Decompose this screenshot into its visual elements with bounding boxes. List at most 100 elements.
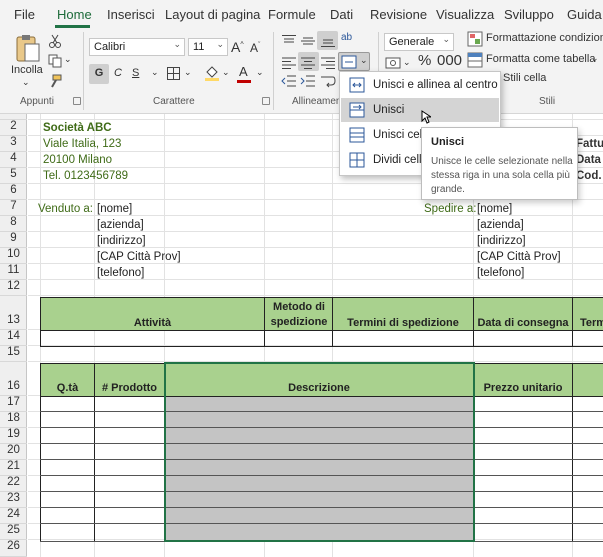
- clipboard-launcher-icon[interactable]: [73, 97, 81, 105]
- row-header[interactable]: 14: [0, 330, 27, 346]
- row-header[interactable]: 2: [0, 120, 27, 136]
- row-header[interactable]: 19: [0, 428, 27, 444]
- paste-button[interactable]: Incolla: [11, 64, 43, 76]
- row-header[interactable]: 22: [0, 476, 27, 492]
- table2-header-extra[interactable]: [572, 363, 603, 397]
- orientation-icon[interactable]: ab: [341, 32, 352, 43]
- sold-to-company[interactable]: [azienda]: [97, 219, 144, 231]
- cell-styles-button[interactable]: Stili cella: [503, 72, 546, 84]
- table2-product-column[interactable]: [94, 396, 165, 542]
- table1-cell[interactable]: [332, 330, 474, 347]
- currency-format-icon[interactable]: [385, 56, 401, 70]
- decrease-indent-icon[interactable]: [281, 74, 297, 88]
- copy-icon[interactable]: [48, 54, 62, 68]
- increase-indent-icon[interactable]: [300, 74, 316, 88]
- tab-home[interactable]: Home: [57, 7, 92, 22]
- sold-to-address[interactable]: [indirizzo]: [97, 235, 146, 247]
- increase-font-icon[interactable]: A^: [231, 39, 244, 55]
- row-header[interactable]: 8: [0, 216, 27, 232]
- font-color-icon[interactable]: A: [239, 64, 248, 79]
- company-name[interactable]: Società ABC: [43, 122, 112, 134]
- fill-color-icon[interactable]: [204, 64, 220, 82]
- font-color-dropdown-icon[interactable]: ⌄: [256, 67, 264, 78]
- sold-to-phone[interactable]: [telefono]: [97, 267, 144, 279]
- borders-icon[interactable]: [166, 66, 182, 82]
- row-header[interactable]: 10: [0, 248, 27, 264]
- row-header[interactable]: 25: [0, 524, 27, 540]
- row-header[interactable]: 5: [0, 168, 27, 184]
- tab-layout-di-pagina[interactable]: Layout di pagina: [165, 7, 260, 22]
- row-header[interactable]: 6: [0, 184, 27, 200]
- row-header[interactable]: 11: [0, 264, 27, 280]
- wrap-text-icon[interactable]: [320, 74, 336, 88]
- company-city[interactable]: 20100 Milano: [43, 154, 112, 166]
- row-header[interactable]: 23: [0, 492, 27, 508]
- menu-item-merge-across[interactable]: Unisci: [341, 98, 499, 124]
- row-header[interactable]: 24: [0, 508, 27, 524]
- tab-dati[interactable]: Dati: [330, 7, 353, 22]
- tab-file[interactable]: File: [14, 7, 35, 22]
- sold-to-name[interactable]: [nome]: [97, 203, 132, 215]
- selection-range[interactable]: [164, 362, 475, 542]
- align-top-icon[interactable]: [281, 34, 297, 48]
- sold-to-city[interactable]: [CAP Città Prov]: [97, 251, 181, 263]
- tab-visualizza[interactable]: Visualizza: [436, 7, 494, 22]
- format-painter-icon[interactable]: [48, 74, 62, 88]
- paste-dropdown-icon[interactable]: ⌄: [22, 77, 30, 88]
- number-format-field[interactable]: Generale ⌄: [384, 33, 454, 51]
- menu-item-merge-and-center[interactable]: Unisci e allinea al centro: [341, 73, 499, 97]
- table1-cell[interactable]: [264, 330, 333, 347]
- font-launcher-icon[interactable]: [262, 97, 270, 105]
- decrease-font-icon[interactable]: Aˇ: [250, 41, 260, 55]
- row-header[interactable]: 20: [0, 444, 27, 460]
- tab-formule[interactable]: Formule: [268, 7, 316, 22]
- ship-to-name[interactable]: [nome]: [477, 203, 512, 215]
- tab-inserisci[interactable]: Inserisci: [107, 7, 155, 22]
- table1-cell[interactable]: [572, 330, 603, 347]
- underline-dropdown-icon[interactable]: ⌄: [151, 67, 159, 78]
- ship-to-phone[interactable]: [telefono]: [477, 267, 524, 279]
- invoice-label[interactable]: Fattur: [576, 138, 603, 150]
- ship-to-city[interactable]: [CAP Città Prov]: [477, 251, 561, 263]
- fill-color-dropdown-icon[interactable]: ⌄: [222, 67, 230, 78]
- row-header[interactable]: 9: [0, 232, 27, 248]
- align-left-icon[interactable]: [281, 56, 297, 70]
- row-header[interactable]: 3: [0, 136, 27, 152]
- cut-icon[interactable]: [48, 34, 62, 48]
- table2-extra-column[interactable]: [572, 396, 603, 542]
- bold-button[interactable]: G: [89, 64, 109, 84]
- conditional-formatting-button[interactable]: Formattazione condizionale: [486, 32, 603, 44]
- format-as-table-dropdown-icon[interactable]: ⌄: [591, 53, 599, 64]
- date-label[interactable]: Data: [576, 154, 601, 166]
- font-name-field[interactable]: Calibri ⌄: [89, 38, 185, 56]
- align-middle-icon[interactable]: [300, 34, 316, 48]
- paste-icon[interactable]: [14, 34, 42, 64]
- row-header[interactable]: 16: [0, 362, 27, 396]
- row-header[interactable]: 7: [0, 200, 27, 216]
- ship-to-company[interactable]: [azienda]: [477, 219, 524, 231]
- row-header[interactable]: 15: [0, 346, 27, 362]
- font-size-field[interactable]: 11 ⌄: [188, 38, 228, 56]
- conditional-formatting-icon[interactable]: [467, 31, 483, 47]
- row-header[interactable]: 13: [0, 296, 27, 330]
- tab-sviluppo[interactable]: Sviluppo: [504, 7, 554, 22]
- percent-style-icon[interactable]: %: [418, 52, 431, 69]
- format-as-table-icon[interactable]: [467, 52, 483, 68]
- company-phone[interactable]: Tel. 0123456789: [43, 170, 128, 182]
- row-header[interactable]: 4: [0, 152, 27, 168]
- borders-dropdown-icon[interactable]: ⌄: [184, 67, 192, 78]
- tab-guida[interactable]: Guida: [567, 7, 602, 22]
- thousands-separator-icon[interactable]: 000: [437, 52, 462, 69]
- tab-revisione[interactable]: Revisione: [370, 7, 427, 22]
- table1-cell[interactable]: [40, 330, 265, 347]
- align-right-icon[interactable]: [320, 56, 336, 70]
- customer-code-label[interactable]: Cod. C: [576, 170, 603, 182]
- row-header[interactable]: 21: [0, 460, 27, 476]
- row-header[interactable]: 17: [0, 396, 27, 412]
- format-as-table-button[interactable]: Formatta come tabella: [486, 53, 595, 65]
- row-header[interactable]: 18: [0, 412, 27, 428]
- ship-to-label[interactable]: Spedire a:: [424, 203, 476, 215]
- merge-dropdown-icon[interactable]: ⌄: [360, 55, 368, 66]
- sold-to-label[interactable]: Venduto a:: [38, 203, 93, 215]
- table2-qty-column[interactable]: [40, 396, 95, 542]
